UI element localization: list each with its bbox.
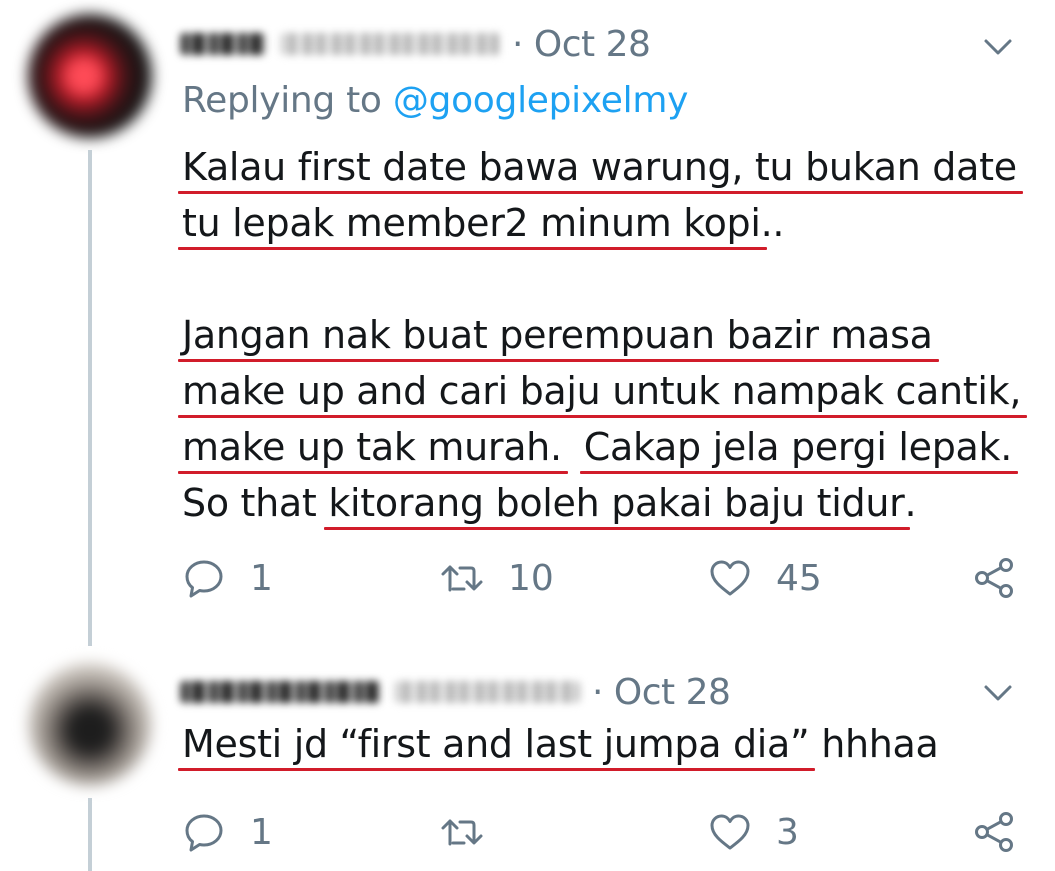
tweet-date[interactable]: · Oct 28 [512,24,651,65]
share-button[interactable] [972,550,1016,606]
text-fragment: . [904,481,917,525]
text-line: make up and cari baju untuk nampak canti… [177,363,1028,419]
display-name-blurred[interactable] [180,33,266,55]
text-line: kitorang boleh pakai baju tidur [324,475,911,531]
like-button[interactable]: 3 [708,804,799,860]
text-fragment: hhhaa [809,722,939,766]
retweet-icon [441,565,483,592]
replying-to: Replying to @googlepixelmy [182,80,688,121]
replying-handle-link[interactable]: @googlepixelmy [393,80,689,121]
heart-icon [710,560,750,596]
retweet-icon [441,819,483,846]
text-fragment: .. [760,201,785,245]
retweet-button[interactable]: 10 [440,550,554,606]
tweet-header: · Oct 28 [180,16,651,72]
handle-blurred[interactable] [394,681,580,703]
display-name-blurred[interactable] [180,681,380,703]
avatar[interactable] [28,14,152,138]
text-line: make up tak murah. [178,419,568,475]
text-line: Kalau first date bawa warung, tu bukan d… [178,139,1023,195]
reply-button[interactable]: 1 [182,804,273,860]
reply-button[interactable]: 1 [182,550,273,606]
text-line: Cakap jela pergi lepak. [579,419,1019,475]
tweet[interactable]: · Oct 28 Replying to @googlepixelmy Kala… [0,0,1055,650]
share-button[interactable] [972,804,1016,860]
tweet-header: · Oct 28 [180,664,731,720]
retweet-count: 10 [508,557,554,599]
text-line: Mesti jd “first and last jumpa dia” [177,716,816,772]
thread-line [88,798,92,871]
tweet-date[interactable]: · Oct 28 [592,672,731,713]
thread-line [88,150,92,646]
reply-icon [185,814,223,852]
retweet-button[interactable] [440,804,508,860]
reply-count: 1 [250,557,273,599]
like-count: 45 [776,557,822,599]
chevron-down-icon[interactable] [981,30,1015,64]
text-fragment: So that [182,481,329,525]
tweet-actions: 1 10 45 [182,550,1022,606]
text-line: tu lepak member2 minum kopi [178,195,767,251]
avatar[interactable] [28,662,152,786]
tweet[interactable]: · Oct 28 Mesti jd “first and last jumpa … [0,650,1055,871]
reply-icon [185,560,223,598]
share-icon [975,558,1013,598]
tweet-text: Kalau first date bawa warung, tu bukan d… [177,139,1028,531]
heart-icon [710,814,750,850]
share-icon [975,812,1013,852]
tweet-actions: 1 3 [182,804,1022,860]
replying-prefix: Replying to [182,80,393,121]
like-count: 3 [776,811,799,853]
text-line: Jangan nak buat perempuan bazir masa [178,307,939,363]
reply-count: 1 [250,811,273,853]
handle-blurred[interactable] [280,33,500,55]
chevron-down-icon[interactable] [981,676,1015,710]
like-button[interactable]: 45 [708,550,822,606]
tweet-text: Mesti jd “first and last jumpa dia” hhha… [177,716,939,772]
